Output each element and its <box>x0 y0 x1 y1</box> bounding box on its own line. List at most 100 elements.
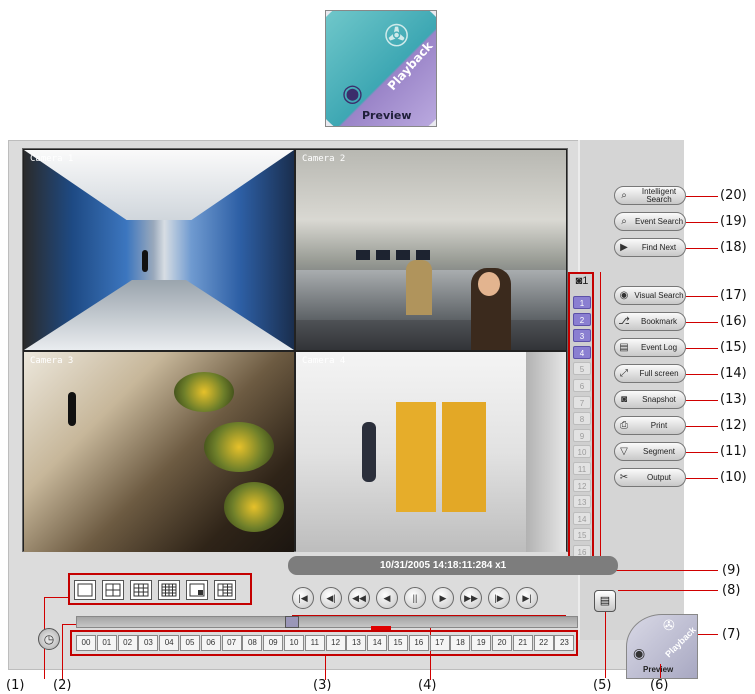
timeline-slider-handle[interactable] <box>285 616 299 628</box>
previous-frame-button[interactable]: ◀| <box>320 587 342 609</box>
custom-view-button[interactable] <box>214 580 236 600</box>
hour-button-18[interactable]: 18 <box>450 635 471 651</box>
timeline-slider[interactable] <box>76 616 578 628</box>
channel-header[interactable]: ◙1 <box>572 275 592 291</box>
hour-button-07[interactable]: 07 <box>221 635 242 651</box>
event-search-button[interactable]: ⌕ Event Search <box>614 212 686 231</box>
callout-3: (3) <box>313 678 332 693</box>
hour-button-17[interactable]: 17 <box>429 635 450 651</box>
button-label: Find Next <box>641 242 677 252</box>
visual-search-button[interactable]: ◉ Visual Search <box>614 286 686 305</box>
channel-button-8[interactable]: 8 <box>573 412 591 426</box>
segment-icon: ▽ <box>620 446 628 457</box>
event-log-button[interactable]: ▤ Event Log <box>614 338 686 357</box>
skip-end-icon: ▶| <box>522 593 532 603</box>
callout-line <box>686 248 718 249</box>
hour-button-04[interactable]: 04 <box>159 635 180 651</box>
step-back-icon: ◀| <box>326 593 336 603</box>
callout-line <box>600 570 718 571</box>
camera-view-2[interactable]: Camera 2 <box>296 150 566 350</box>
hour-button-16[interactable]: 16 <box>408 635 429 651</box>
callout-7: (7) <box>722 627 741 642</box>
play-button[interactable]: ▶ <box>432 587 454 609</box>
channel-button-11[interactable]: 11 <box>573 462 591 475</box>
hour-button-14[interactable]: 14 <box>367 635 388 651</box>
playback-preview-switch[interactable]: ✇ ◉ Playback Preview <box>626 614 698 679</box>
hour-button-22[interactable]: 22 <box>533 635 554 651</box>
callout-label: (16) <box>720 314 747 329</box>
hour-button-12[interactable]: 12 <box>325 635 346 651</box>
print-button[interactable]: ⎙ Print <box>614 416 686 435</box>
channel-button-5[interactable]: 5 <box>573 362 591 376</box>
hour-button-06[interactable]: 06 <box>200 635 221 651</box>
hour-button-05[interactable]: 05 <box>180 635 200 651</box>
plant <box>224 482 284 532</box>
segment-button[interactable]: ▽ Segment <box>614 442 686 461</box>
screen-division-group <box>68 573 252 605</box>
hour-button-02[interactable]: 02 <box>117 635 138 651</box>
channel-button-13[interactable]: 13 <box>573 495 591 509</box>
custom-view-icon <box>217 583 233 597</box>
button-label: Bookmark <box>640 316 677 326</box>
hour-button-19[interactable]: 19 <box>471 635 492 651</box>
full-screen-button[interactable]: ⤢ Full screen <box>614 364 686 383</box>
film-reel-icon: ✇ <box>663 617 675 633</box>
fast-rewind-button[interactable]: ◀◀ <box>348 587 370 609</box>
channel-button-2[interactable]: 2 <box>573 312 591 326</box>
hour-button-15[interactable]: 15 <box>388 635 408 651</box>
pip-view-button[interactable] <box>186 580 208 600</box>
hour-button-21[interactable]: 21 <box>512 635 533 651</box>
print-playback-button[interactable]: ▤ <box>594 590 616 612</box>
channel-button-14[interactable]: 14 <box>573 511 591 525</box>
button-label: Output <box>646 472 671 482</box>
channel-button-6[interactable]: 6 <box>573 379 591 392</box>
fast-forward-button[interactable]: ▶▶ <box>460 587 482 609</box>
channel-button-7[interactable]: 7 <box>573 395 591 409</box>
button-label: Full screen <box>639 368 679 378</box>
pause-button[interactable]: || <box>404 587 426 609</box>
next-frame-button[interactable]: |▶ <box>488 587 510 609</box>
hour-button-00[interactable]: 00 <box>76 635 96 651</box>
hour-button-09[interactable]: 09 <box>263 635 284 651</box>
snapshot-button[interactable]: ◙ Snapshot <box>614 390 686 409</box>
hour-button-20[interactable]: 20 <box>492 635 512 651</box>
hour-button-13[interactable]: 13 <box>346 635 367 651</box>
rewind-button[interactable]: ◀ <box>376 587 398 609</box>
hour-button-01[interactable]: 01 <box>96 635 117 651</box>
camera-view-3[interactable]: Camera 3 <box>24 352 294 552</box>
channel-button-15[interactable]: 15 <box>573 528 591 542</box>
channel-header-number: 1 <box>582 275 589 287</box>
hour-button-08[interactable]: 08 <box>242 635 263 651</box>
camera-view-1[interactable]: Camera 1 <box>24 150 294 350</box>
pillar <box>526 352 566 552</box>
channel-button-4[interactable]: 4 <box>573 345 591 359</box>
hour-button-23[interactable]: 23 <box>554 635 575 651</box>
camera-icon: ◙ <box>620 394 628 405</box>
callout-label: (14) <box>720 366 747 381</box>
sixteen-view-button[interactable] <box>158 580 180 600</box>
person-silhouette <box>362 422 376 482</box>
channel-button-1[interactable]: 1 <box>573 296 591 309</box>
callout-5: (5) <box>593 678 612 693</box>
bookmark-button[interactable]: ⎇ Bookmark <box>614 312 686 331</box>
callout-line <box>686 374 718 375</box>
hour-button-03[interactable]: 03 <box>138 635 159 651</box>
hour-button-10[interactable]: 10 <box>284 635 304 651</box>
go-to-start-button[interactable]: |◀ <box>292 587 314 609</box>
channel-button-10[interactable]: 10 <box>573 445 591 459</box>
intelligent-search-button[interactable]: ⌕ Intelligent Search <box>614 186 686 205</box>
hour-selector: 00 01 02 03 04 05 06 07 08 09 10 11 12 13 14 15 16 17 18 19… <box>70 626 578 656</box>
camera-view-4[interactable]: Camera 4 <box>296 352 566 552</box>
single-view-button[interactable] <box>74 580 96 600</box>
channel-button-3[interactable]: 3 <box>573 329 591 343</box>
output-button[interactable]: ✂ Output <box>614 468 686 487</box>
channel-button-9[interactable]: 9 <box>573 428 591 442</box>
nine-view-button[interactable] <box>130 580 152 600</box>
go-to-end-button[interactable]: ▶| <box>516 587 538 609</box>
find-next-button[interactable]: ▶ Find Next <box>614 238 686 257</box>
channel-button-12[interactable]: 12 <box>573 478 591 492</box>
quad-view-button[interactable] <box>102 580 124 600</box>
clock-icon[interactable]: ◷ <box>38 628 60 650</box>
hour-button-11[interactable]: 11 <box>304 635 325 651</box>
callout-label: (17) <box>720 288 747 303</box>
